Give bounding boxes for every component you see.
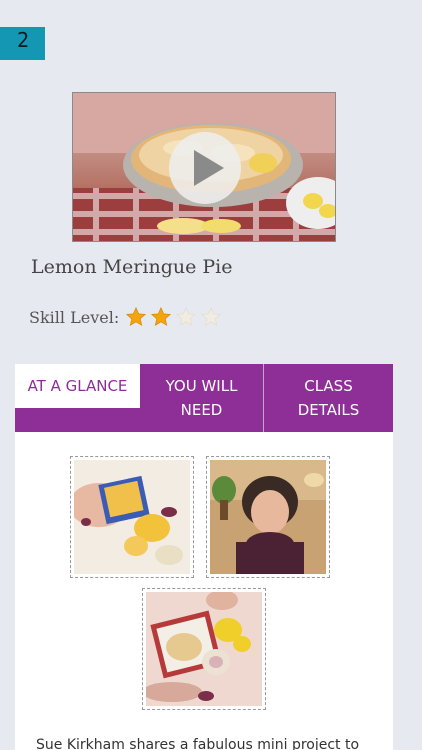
gallery-thumbnail[interactable] [70,456,194,578]
star-filled-icon [126,306,147,327]
tab-label: AT A GLANCE [27,377,128,395]
play-button[interactable] [169,132,241,204]
skill-rating-stars [125,306,225,328]
video-player[interactable] [72,92,336,242]
star-empty-icon [201,306,222,327]
class-description: Sue Kirkham shares a fabulous mini proje… [36,737,360,750]
lesson-title: Lemon Meringue Pie [31,256,233,278]
star-empty-icon [176,306,197,327]
skill-level-label: Skill Level: [29,307,120,327]
tab-label: YOU WILL NEED [165,377,238,419]
thumbnail-image [210,460,326,574]
gallery-thumbnail[interactable] [142,588,266,710]
tab-content-panel [15,432,393,750]
tab-class-details[interactable]: CLASS DETAILS [264,364,393,432]
page-number-badge: 2 [0,27,45,60]
thumbnail-image [74,460,190,574]
gallery-thumbnail[interactable] [206,456,330,578]
tab-label: CLASS DETAILS [297,377,360,419]
star-filled-icon [151,306,172,327]
page-number: 2 [17,28,30,52]
play-icon [194,150,224,186]
tab-bar: AT A GLANCE YOU WILL NEED CLASS DETAILS [15,364,393,432]
tab-at-a-glance[interactable]: AT A GLANCE [15,364,140,408]
tab-you-will-need[interactable]: YOU WILL NEED [140,364,264,432]
thumbnail-image [146,592,262,706]
skill-level: Skill Level: [29,306,225,328]
